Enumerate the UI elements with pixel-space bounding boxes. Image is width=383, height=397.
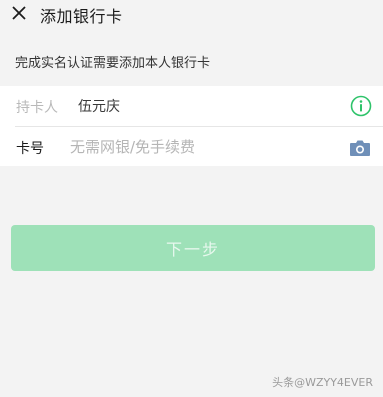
card-number-row: 卡号 xyxy=(0,127,383,167)
add-bank-card-screen: 添加银行卡 完成实名认证需要添加本人银行卡 持卡人 伍元庆 卡号 下一步 头条@… xyxy=(0,0,383,397)
info-icon[interactable] xyxy=(350,95,372,117)
verification-hint: 完成实名认证需要添加本人银行卡 xyxy=(15,56,211,71)
camera-icon[interactable] xyxy=(349,139,371,157)
card-holder-label: 持卡人 xyxy=(16,100,58,116)
card-number-input[interactable] xyxy=(70,135,330,159)
page-title: 添加银行卡 xyxy=(40,7,123,26)
watermark: 头条@WZYY4EVER xyxy=(272,376,373,389)
card-holder-name: 伍元庆 xyxy=(78,99,120,115)
card-holder-row: 持卡人 伍元庆 xyxy=(0,86,383,127)
bank-card-form: 持卡人 伍元庆 卡号 xyxy=(0,86,383,166)
header: 添加银行卡 xyxy=(0,0,383,30)
card-number-label: 卡号 xyxy=(16,141,44,157)
next-step-button[interactable]: 下一步 xyxy=(11,225,375,271)
close-icon[interactable] xyxy=(10,4,28,22)
